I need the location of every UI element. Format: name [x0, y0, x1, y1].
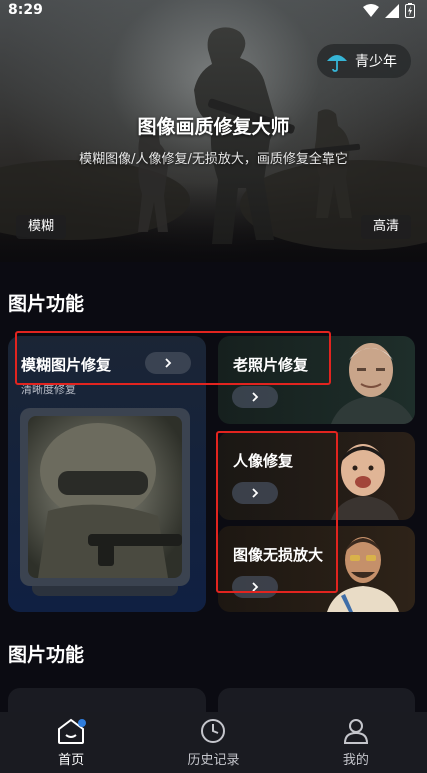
battery-icon	[405, 3, 415, 18]
photo-frame-base	[32, 586, 178, 596]
old-man-portrait	[331, 343, 415, 424]
nav-history[interactable]: 历史记录	[142, 712, 284, 773]
hero-title: 图像画质修复大师	[137, 116, 290, 138]
status-icons	[363, 3, 415, 18]
soldier-photo	[38, 423, 182, 578]
clock-icon	[201, 719, 226, 743]
home-icon	[58, 718, 87, 744]
hero-subtitle: 模糊图像/人像修复/无损放大，画质修复全靠它	[79, 152, 348, 167]
umbrella-icon	[327, 55, 347, 72]
section-title-image-functions: 图片功能	[8, 293, 85, 315]
bottom-nav: 首页 历史记录 我的	[0, 712, 427, 773]
nav-profile-label: 我的	[342, 753, 369, 768]
nav-home[interactable]: 首页	[0, 712, 142, 773]
status-bar: 8:29	[0, 0, 427, 22]
blur-tag: 模糊	[16, 215, 67, 239]
chevron-right-icon	[252, 392, 259, 402]
nav-home-label: 首页	[58, 753, 85, 768]
user-icon	[343, 719, 368, 744]
blur-sample-photo	[20, 408, 190, 586]
youth-mode-button[interactable]: 青少年	[317, 44, 411, 78]
hd-tag: 高清	[360, 215, 411, 239]
status-time: 8:29	[8, 2, 43, 18]
section-title-image-functions-2: 图片功能	[8, 644, 85, 666]
hero-banner: 8:29 青少年 图像画质修复大师 模糊图像/人像修复/无损放大，画质修复全靠它…	[0, 0, 427, 262]
highlight-box-top	[15, 331, 331, 385]
youth-mode-label: 青少年	[355, 54, 397, 70]
signal-icon	[385, 3, 399, 18]
nav-history-label: 历史记录	[187, 753, 240, 768]
highlight-box-right	[216, 431, 338, 593]
old-photo-arrow-button[interactable]	[232, 386, 278, 408]
wifi-icon	[363, 3, 379, 17]
nav-profile[interactable]: 我的	[285, 712, 427, 773]
